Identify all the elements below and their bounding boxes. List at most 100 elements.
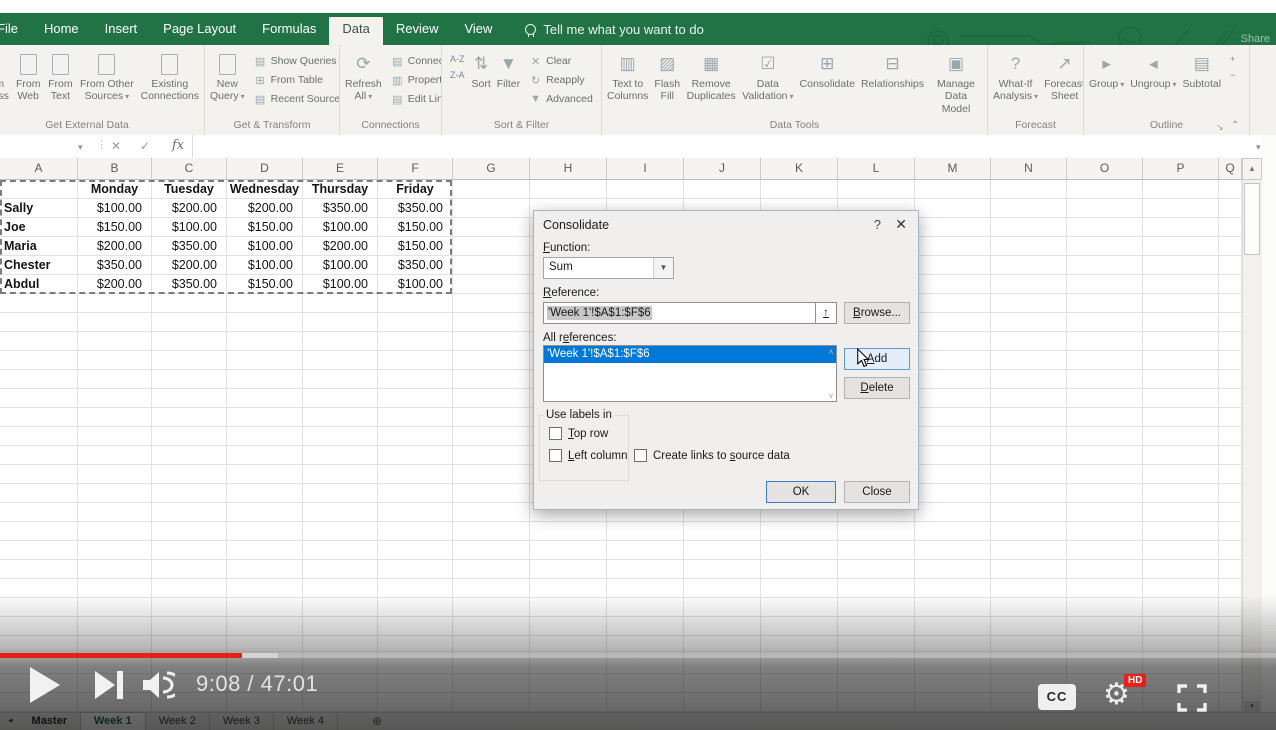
grid-cell[interactable] bbox=[227, 332, 303, 351]
ribbon-button-group[interactable]: ▸Group▾ bbox=[1086, 49, 1127, 91]
grid-cell[interactable] bbox=[1219, 617, 1242, 636]
grid-cell[interactable] bbox=[152, 503, 227, 522]
grid-cell[interactable]: $100.00 bbox=[227, 237, 303, 256]
grid-cell[interactable] bbox=[991, 598, 1067, 617]
share-button[interactable]: Share bbox=[1241, 33, 1270, 45]
column-header-j[interactable]: J bbox=[684, 158, 761, 180]
grid-cell[interactable] bbox=[453, 370, 530, 389]
grid-cell[interactable] bbox=[1067, 332, 1143, 351]
grid-cell[interactable] bbox=[453, 199, 530, 218]
grid-cell[interactable] bbox=[1067, 427, 1143, 446]
grid-cell[interactable]: $150.00 bbox=[78, 218, 152, 237]
grid-cell[interactable] bbox=[378, 332, 453, 351]
sheet-tab-week-2[interactable]: Week 2 bbox=[146, 713, 210, 730]
tab-file[interactable]: File bbox=[0, 13, 31, 45]
grid-cell[interactable] bbox=[227, 522, 303, 541]
grid-cell[interactable] bbox=[453, 503, 530, 522]
grid-cell[interactable] bbox=[915, 180, 991, 199]
grid-cell[interactable] bbox=[453, 465, 530, 484]
grid-cell[interactable] bbox=[1067, 598, 1143, 617]
vertical-scrollbar-thumb[interactable] bbox=[1244, 183, 1260, 255]
grid-cell[interactable] bbox=[303, 332, 378, 351]
grid-cell[interactable] bbox=[684, 541, 761, 560]
grid-cell[interactable] bbox=[453, 180, 530, 199]
ribbon-button-what-if-analysis[interactable]: ?What-If Analysis▾ bbox=[990, 49, 1041, 104]
column-header-d[interactable]: D bbox=[227, 158, 303, 180]
grid-cell[interactable] bbox=[227, 503, 303, 522]
grid-cell[interactable] bbox=[1219, 351, 1242, 370]
grid-cell[interactable] bbox=[607, 522, 684, 541]
grid-cell[interactable] bbox=[838, 617, 915, 636]
grid-cell[interactable] bbox=[607, 598, 684, 617]
grid-cell[interactable] bbox=[378, 389, 453, 408]
grid-cell[interactable] bbox=[915, 237, 991, 256]
grid-cell[interactable] bbox=[152, 484, 227, 503]
grid-cell[interactable] bbox=[1143, 617, 1219, 636]
grid-cell[interactable] bbox=[1219, 408, 1242, 427]
grid-cell[interactable] bbox=[303, 446, 378, 465]
chevron-down-icon[interactable]: ▼ bbox=[653, 258, 673, 278]
grid-cell[interactable]: Chester bbox=[0, 256, 78, 275]
tab-page-layout[interactable]: Page Layout bbox=[150, 13, 249, 45]
grid-cell[interactable] bbox=[530, 180, 607, 199]
hide-detail-icon[interactable]: − bbox=[1230, 69, 1235, 82]
ribbon-button-from-access[interactable]: From Access bbox=[0, 49, 12, 104]
grid-cell[interactable] bbox=[0, 598, 78, 617]
delete-button[interactable]: Delete bbox=[844, 377, 910, 399]
grid-cell[interactable] bbox=[761, 579, 838, 598]
grid-cell[interactable] bbox=[530, 598, 607, 617]
grid-cell[interactable] bbox=[684, 522, 761, 541]
ribbon-button-subtotal[interactable]: ▤Subtotal bbox=[1180, 49, 1225, 91]
grid-cell[interactable] bbox=[1219, 693, 1242, 712]
grid-cell[interactable] bbox=[991, 218, 1067, 237]
grid-cell[interactable] bbox=[1067, 218, 1143, 237]
listbox-scroll-down-icon[interactable]: ∨ bbox=[828, 391, 834, 400]
column-header-e[interactable]: E bbox=[303, 158, 378, 180]
grid-cell[interactable] bbox=[303, 522, 378, 541]
grid-cell[interactable] bbox=[1143, 237, 1219, 256]
grid-cell[interactable] bbox=[0, 446, 78, 465]
grid-cell[interactable] bbox=[0, 579, 78, 598]
grid-cell[interactable] bbox=[1143, 465, 1219, 484]
grid-cell[interactable] bbox=[991, 560, 1067, 579]
grid-cell[interactable] bbox=[761, 617, 838, 636]
grid-cell[interactable] bbox=[1067, 180, 1143, 199]
grid-cell[interactable] bbox=[761, 693, 838, 712]
grid-cell[interactable] bbox=[378, 370, 453, 389]
grid-cell[interactable] bbox=[1067, 237, 1143, 256]
grid-cell[interactable] bbox=[227, 389, 303, 408]
grid-cell[interactable] bbox=[0, 484, 78, 503]
grid-cell[interactable] bbox=[303, 351, 378, 370]
grid-cell[interactable] bbox=[915, 560, 991, 579]
ribbon-button-from-other-sources[interactable]: From Other Sources▾ bbox=[76, 49, 137, 104]
grid-cell[interactable] bbox=[915, 408, 991, 427]
grid-cell[interactable] bbox=[991, 579, 1067, 598]
grid-cell[interactable] bbox=[991, 446, 1067, 465]
grid-cell[interactable] bbox=[78, 446, 152, 465]
grid-cell[interactable] bbox=[1143, 332, 1219, 351]
grid-cell[interactable] bbox=[915, 579, 991, 598]
grid-cell[interactable] bbox=[0, 294, 78, 313]
grid-cell[interactable] bbox=[1219, 389, 1242, 408]
close-button[interactable]: Close bbox=[844, 481, 910, 503]
grid-cell[interactable] bbox=[1067, 560, 1143, 579]
scroll-up-button[interactable]: ▲ bbox=[1242, 158, 1262, 180]
grid-cell[interactable] bbox=[991, 427, 1067, 446]
cancel-entry-icon[interactable]: ✕ bbox=[111, 139, 121, 153]
grid-cell[interactable] bbox=[915, 503, 991, 522]
grid-cell[interactable] bbox=[1067, 294, 1143, 313]
grid-cell[interactable] bbox=[227, 617, 303, 636]
grid-cell[interactable] bbox=[915, 389, 991, 408]
grid-cell[interactable] bbox=[1219, 522, 1242, 541]
grid-cell[interactable]: Joe bbox=[0, 218, 78, 237]
grid-cell[interactable] bbox=[152, 294, 227, 313]
grid-cell[interactable]: $350.00 bbox=[152, 237, 227, 256]
vertical-scrollbar[interactable] bbox=[1242, 180, 1263, 712]
ribbon-button-refresh-all[interactable]: ⟳Refresh All▾ bbox=[342, 49, 385, 104]
grid-cell[interactable] bbox=[1067, 275, 1143, 294]
grid-cell[interactable] bbox=[453, 598, 530, 617]
grid-cell[interactable] bbox=[607, 693, 684, 712]
grid-cell[interactable] bbox=[152, 446, 227, 465]
grid-cell[interactable] bbox=[378, 617, 453, 636]
sheet-tab-master[interactable]: Master bbox=[19, 713, 81, 730]
